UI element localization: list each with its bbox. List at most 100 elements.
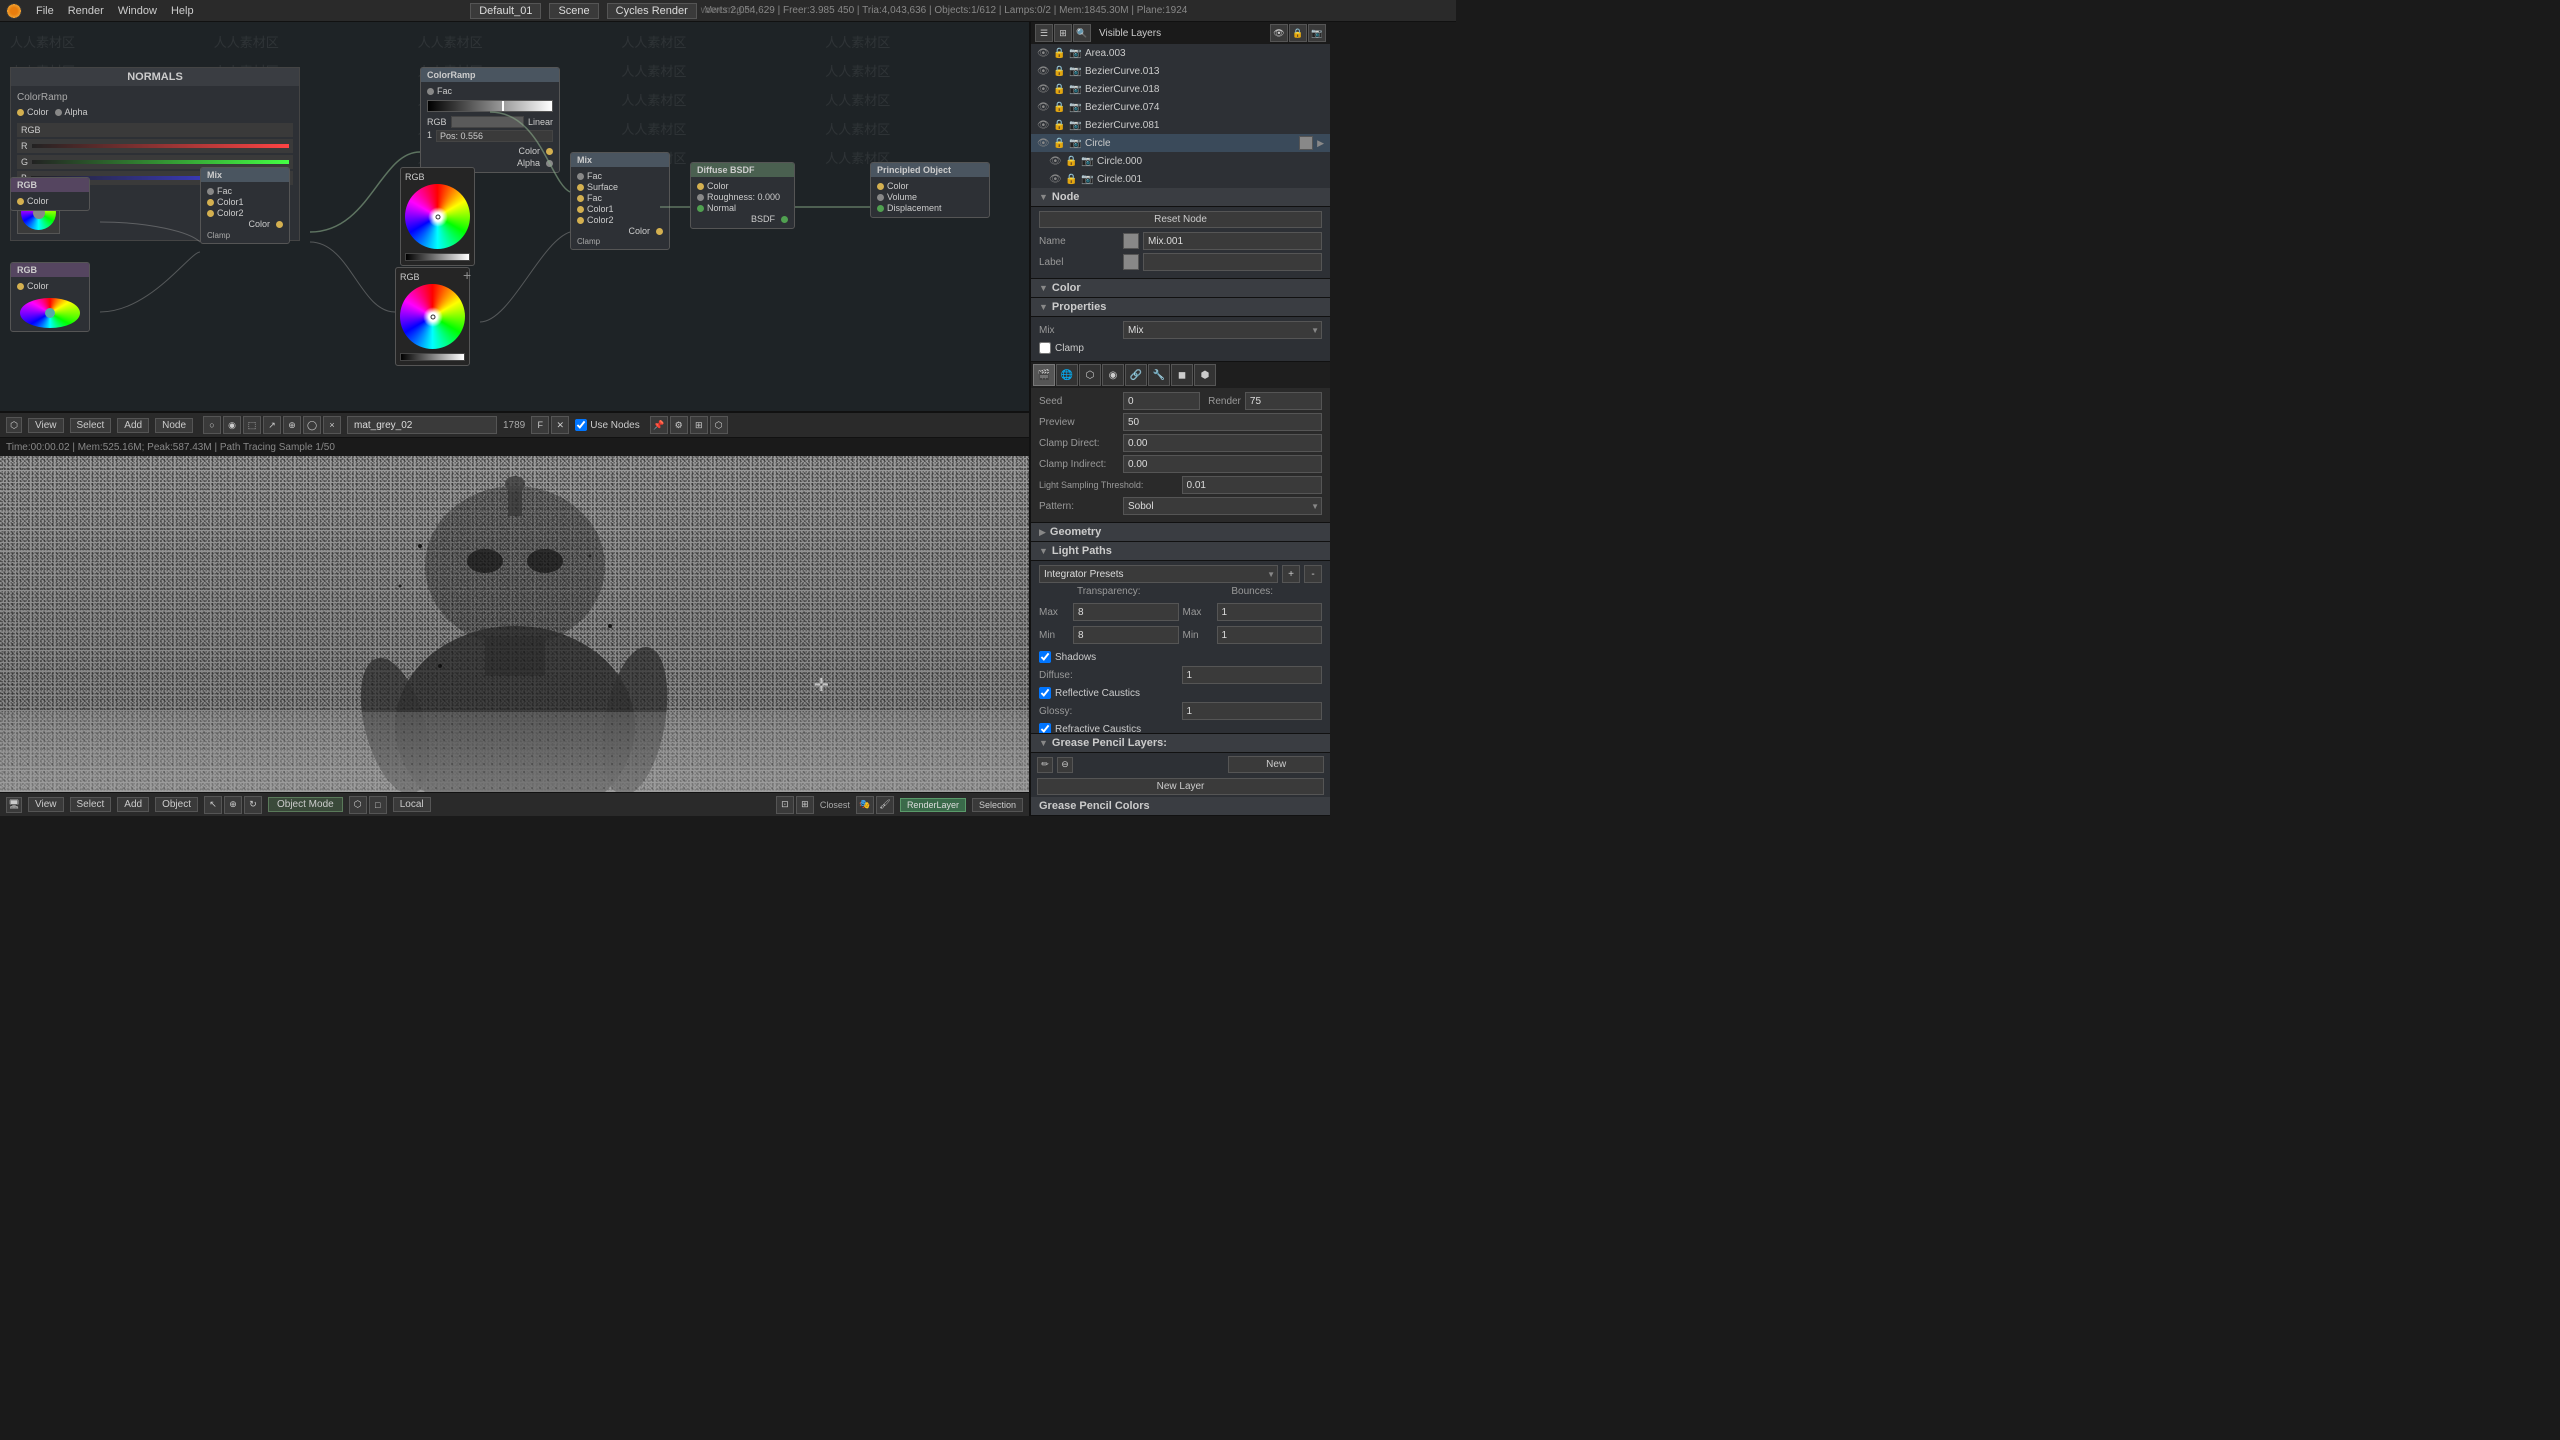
bounces-min-input[interactable] <box>1217 626 1323 644</box>
toolbar-add-btn[interactable]: Add <box>117 418 149 433</box>
gp-pencil-icon[interactable]: ✏ <box>1037 757 1053 773</box>
toolbar-node-btn[interactable]: Node <box>155 418 193 433</box>
local-btn[interactable]: Local <box>393 797 431 812</box>
clamp-checkbox[interactable] <box>1039 342 1051 354</box>
transparency-max-input[interactable] <box>1073 603 1179 621</box>
editor-type-icon[interactable]: ⬡ <box>6 417 22 433</box>
gp-new-btn[interactable]: New <box>1228 756 1324 773</box>
transparency-min-input[interactable] <box>1073 626 1179 644</box>
color-section-header[interactable]: ▼ Color <box>1031 279 1330 298</box>
render-input[interactable] <box>1245 392 1322 410</box>
preview-input[interactable] <box>1123 413 1322 431</box>
layer-item-bezier081[interactable]: 👁 🔒 📷 BezierCurve.081 <box>1031 116 1330 134</box>
toolbar-select-btn[interactable]: Select <box>70 418 112 433</box>
menu-render[interactable]: Render <box>62 3 110 19</box>
seed-input[interactable] <box>1123 392 1200 410</box>
layer-list[interactable]: 👁 🔒 📷 Area.003 👁 🔒 📷 BezierCurve.013 👁 🔒… <box>1031 44 1330 188</box>
cursor-icon[interactable]: ↖ <box>204 796 222 814</box>
menu-window[interactable]: Window <box>112 3 163 19</box>
refractive-caustics-checkbox[interactable] <box>1039 723 1051 733</box>
reflective-caustics-checkbox[interactable] <box>1039 687 1051 699</box>
top-menu[interactable]: File Render Window Help <box>30 3 200 19</box>
view-tab-2[interactable]: ⊞ <box>1054 24 1072 42</box>
color-picker-2[interactable]: RGB <box>395 267 470 366</box>
layer-item-bezier013[interactable]: 👁 🔒 📷 BezierCurve.013 <box>1031 62 1330 80</box>
viewport-type-icon[interactable]: 🖥 <box>6 797 22 813</box>
object-mode-btn[interactable]: Object Mode <box>268 797 343 812</box>
prop-tab-constraints[interactable]: 🔗 <box>1125 364 1147 386</box>
prop-tab-modifiers[interactable]: 🔧 <box>1148 364 1170 386</box>
layer-item-circle[interactable]: 👁 🔒 📷 Circle ▶ <box>1031 134 1330 152</box>
layer-item-bezier018[interactable]: 👁 🔒 📷 BezierCurve.018 <box>1031 80 1330 98</box>
mix-select[interactable]: Mix ▼ <box>1123 321 1322 339</box>
prop-tab-data[interactable]: ◼ <box>1171 364 1193 386</box>
use-nodes-checkbox[interactable] <box>575 419 587 431</box>
toolbar-icon-7[interactable]: × <box>323 416 341 434</box>
render-layer-btn[interactable]: RenderLayer <box>900 798 966 812</box>
clamp-indirect-input[interactable] <box>1123 455 1322 473</box>
properties-section-header[interactable]: ▼ Properties <box>1031 298 1330 317</box>
prop-tab-object[interactable]: ◉ <box>1102 364 1124 386</box>
view-icon-3d[interactable]: □ <box>369 796 387 814</box>
output-node[interactable]: Principled Object Color Volume Displacem… <box>870 162 990 218</box>
prop-tab-material[interactable]: ⬢ <box>1194 364 1216 386</box>
lock-toggle[interactable]: 🔒 <box>1289 24 1307 42</box>
display-icon[interactable]: ⬡ <box>710 416 728 434</box>
rgb-node-1[interactable]: RGB Color <box>10 177 90 211</box>
gp-colors-header[interactable]: Grease Pencil Colors <box>1031 797 1330 816</box>
geometry-header[interactable]: ▶ Geometry <box>1031 523 1330 542</box>
toolbar-f-icon[interactable]: F <box>531 416 549 434</box>
layer-item-circle001[interactable]: 👁 🔒 📷 Circle.001 <box>1043 170 1330 188</box>
pattern-select[interactable]: Sobol ▼ <box>1123 497 1322 515</box>
viewport-object-btn[interactable]: Object <box>155 797 198 812</box>
light-sampling-input[interactable] <box>1182 476 1323 494</box>
viewport-3d[interactable]: 0 <box>0 456 1029 816</box>
prop-tab-scene[interactable]: 🌐 <box>1056 364 1078 386</box>
mix-node[interactable]: Mix Fac Color1 Color2 Color Clamp <box>200 167 290 244</box>
menu-file[interactable]: File <box>30 3 60 19</box>
shadows-checkbox[interactable] <box>1039 651 1051 663</box>
prop-tab-render[interactable]: 🎬 <box>1033 364 1055 386</box>
diffuse-node[interactable]: Diffuse BSDF Color Roughness: 0.000 Norm… <box>690 162 795 229</box>
clamp-direct-input[interactable] <box>1123 434 1322 452</box>
toolbar-view-btn[interactable]: View <box>28 418 64 433</box>
scene-selector[interactable]: Scene <box>549 3 598 19</box>
renderer-selector[interactable]: Cycles Render <box>607 3 697 19</box>
render-toggle[interactable]: 📷 <box>1308 24 1326 42</box>
prop-tab-world[interactable]: ⬡ <box>1079 364 1101 386</box>
layer-item-circle000[interactable]: 👁 🔒 📷 Circle.000 <box>1043 152 1330 170</box>
layer-item-bezier074[interactable]: 👁 🔒 📷 BezierCurve.074 <box>1031 98 1330 116</box>
integrator-presets-select[interactable]: Integrator Presets ▼ <box>1039 565 1278 583</box>
eye-toggle[interactable]: 👁 <box>1270 24 1288 42</box>
color-picker-1[interactable]: RGB <box>400 167 475 266</box>
glossy-input[interactable] <box>1182 702 1323 720</box>
gp-new-layer-btn[interactable]: New Layer <box>1037 778 1324 795</box>
viewport-view-btn[interactable]: View <box>28 797 64 812</box>
light-paths-header[interactable]: ▼ Light Paths <box>1031 542 1330 561</box>
toolbar-icon-5[interactable]: ⊕ <box>283 416 301 434</box>
move-icon[interactable]: ⊕ <box>224 796 242 814</box>
toolbar-icon-6[interactable]: ◯ <box>303 416 321 434</box>
bounces-max-input[interactable] <box>1217 603 1323 621</box>
rotate-icon[interactable]: ↻ <box>244 796 262 814</box>
gp-eraser-icon[interactable]: ⊖ <box>1057 757 1073 773</box>
diffuse-input[interactable] <box>1182 666 1323 684</box>
view-tab-3[interactable]: 🔍 <box>1073 24 1091 42</box>
mix-node-2[interactable]: Mix Fac Surface Fac Color1 Color2 Color … <box>570 152 670 250</box>
magnet-icon[interactable]: ⊞ <box>796 796 814 814</box>
colorramp-node[interactable]: ColorRamp Fac RGB Linear 1 Pos: 0.556 <box>420 67 560 173</box>
toolbar-x2-icon[interactable]: ✕ <box>551 416 569 434</box>
grid-icon[interactable]: ⊞ <box>690 416 708 434</box>
reset-node-btn[interactable]: Reset Node <box>1039 211 1322 228</box>
paint-icon[interactable]: 🖌 <box>876 796 894 814</box>
viewport-content[interactable]: ✛ <box>0 456 1029 816</box>
name-input[interactable] <box>1143 232 1322 250</box>
layer-item-area003[interactable]: 👁 🔒 📷 Area.003 <box>1031 44 1330 62</box>
integrator-add-btn[interactable]: + <box>1282 565 1300 583</box>
selection-btn[interactable]: Selection <box>972 798 1023 812</box>
layout-selector[interactable]: Default_01 <box>470 3 541 19</box>
material-name-input[interactable]: mat_grey_02 <box>347 416 497 434</box>
sculpt-icon[interactable]: 🎭 <box>856 796 874 814</box>
toolbar-icon-2[interactable]: ◉ <box>223 416 241 434</box>
grease-pencil-header[interactable]: ▼ Grease Pencil Layers: <box>1031 734 1330 753</box>
